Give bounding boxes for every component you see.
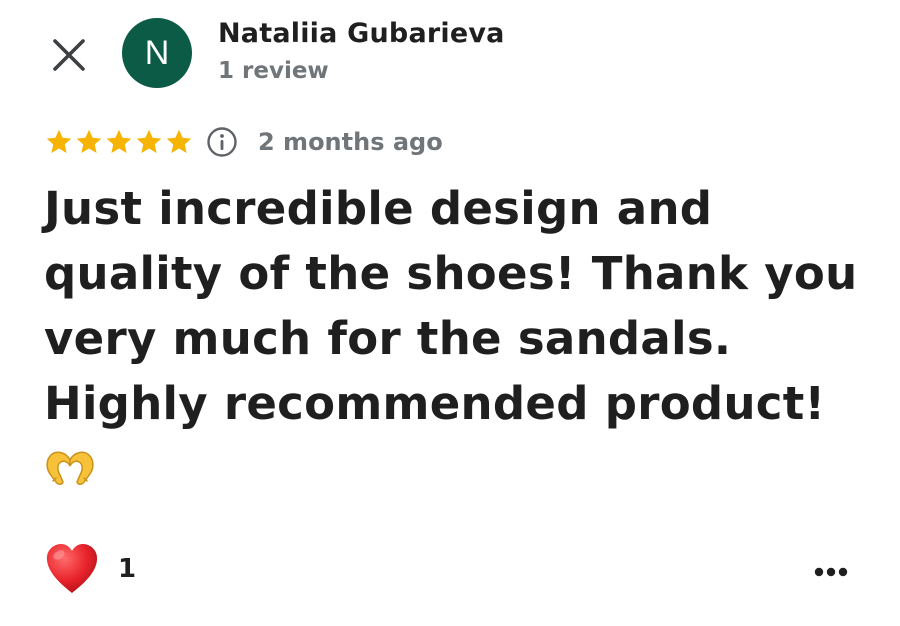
review-count: 1 review (218, 58, 329, 84)
rating-row: 2 months ago (44, 122, 443, 162)
avatar-initial: N (144, 33, 170, 72)
star-icon (166, 129, 192, 153)
reviewer-name[interactable]: Nataliia Gubarieva (218, 18, 505, 49)
review-time: 2 months ago (258, 128, 443, 156)
like-count: 1 (118, 554, 137, 584)
red-heart-icon[interactable] (44, 542, 100, 596)
info-icon[interactable] (206, 126, 238, 158)
star-icon (76, 129, 102, 153)
more-horizontal-icon[interactable] (806, 556, 856, 588)
heart-hands-emoji (46, 451, 94, 485)
star-rating (44, 127, 194, 157)
star-icon (46, 129, 72, 153)
star-icon (106, 129, 132, 153)
review-dialog: N Nataliia Gubarieva 1 review 2 months a… (0, 0, 900, 626)
star-icon (136, 129, 162, 153)
review-text: Just incredible design and quality of th… (44, 182, 858, 430)
avatar[interactable]: N (122, 18, 192, 88)
close-icon[interactable] (50, 36, 88, 74)
reaction-row: 1 (44, 542, 136, 596)
